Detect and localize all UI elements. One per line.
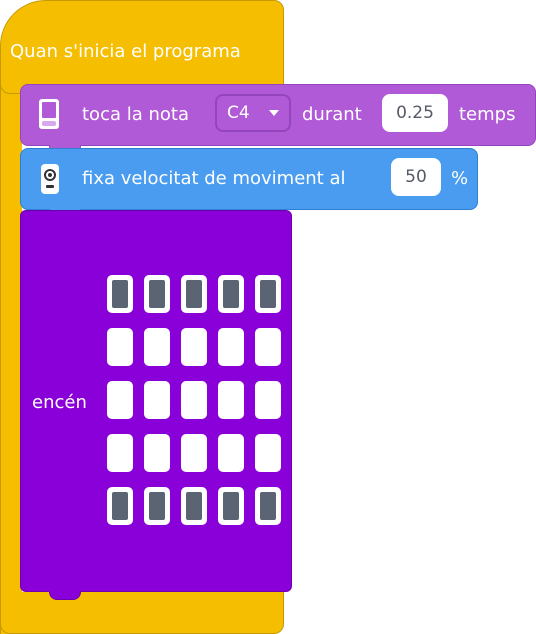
- block-notch: [49, 591, 81, 600]
- led-cell[interactable]: [107, 328, 133, 366]
- play-tone-block[interactable]: toca la nota C4 durant 0.25 temps: [20, 84, 536, 154]
- led-cell[interactable]: [218, 434, 244, 472]
- led-cell[interactable]: [181, 328, 207, 366]
- led-cell[interactable]: [107, 434, 133, 472]
- set-movement-speed-block[interactable]: fixa velocitat de moviment al 50 %: [20, 148, 478, 218]
- led-cell[interactable]: [144, 487, 170, 525]
- led-cell[interactable]: [107, 381, 133, 419]
- led-cell[interactable]: [181, 275, 207, 313]
- hat-block-body: [0, 60, 22, 634]
- show-leds-block[interactable]: encén: [20, 210, 292, 600]
- led-cell[interactable]: [107, 275, 133, 313]
- beats-input[interactable]: 0.25: [382, 94, 448, 132]
- led-cell[interactable]: [144, 328, 170, 366]
- hat-block-label: Quan s'inicia el programa: [10, 41, 241, 62]
- led-cell[interactable]: [255, 381, 281, 419]
- led-cell[interactable]: [255, 487, 281, 525]
- led-cell[interactable]: [255, 434, 281, 472]
- during-label: durant: [302, 104, 362, 125]
- led-cell[interactable]: [181, 487, 207, 525]
- led-cell[interactable]: [218, 328, 244, 366]
- led-cell[interactable]: [144, 381, 170, 419]
- chevron-down-icon: [269, 110, 279, 116]
- note-dropdown[interactable]: C4: [215, 94, 291, 132]
- play-tone-label: toca la nota: [82, 104, 189, 125]
- led-cell[interactable]: [218, 487, 244, 525]
- robot-controller-icon: [41, 164, 59, 194]
- led-cell[interactable]: [181, 434, 207, 472]
- show-leds-label: encén: [32, 392, 87, 413]
- hat-block-footer: [0, 592, 284, 634]
- speed-input[interactable]: 50: [391, 158, 441, 196]
- led-cell[interactable]: [107, 487, 133, 525]
- led-cell[interactable]: [218, 275, 244, 313]
- led-cell[interactable]: [181, 381, 207, 419]
- beats-unit-label: temps: [459, 104, 516, 125]
- set-speed-label: fixa velocitat de moviment al: [82, 168, 346, 189]
- led-cell[interactable]: [255, 275, 281, 313]
- led-cell[interactable]: [144, 434, 170, 472]
- note-value: C4: [227, 103, 250, 123]
- music-keyboard-icon: [39, 99, 59, 129]
- led-cell[interactable]: [218, 381, 244, 419]
- speed-unit-label: %: [451, 168, 469, 189]
- led-cell[interactable]: [255, 328, 281, 366]
- led-cell[interactable]: [144, 275, 170, 313]
